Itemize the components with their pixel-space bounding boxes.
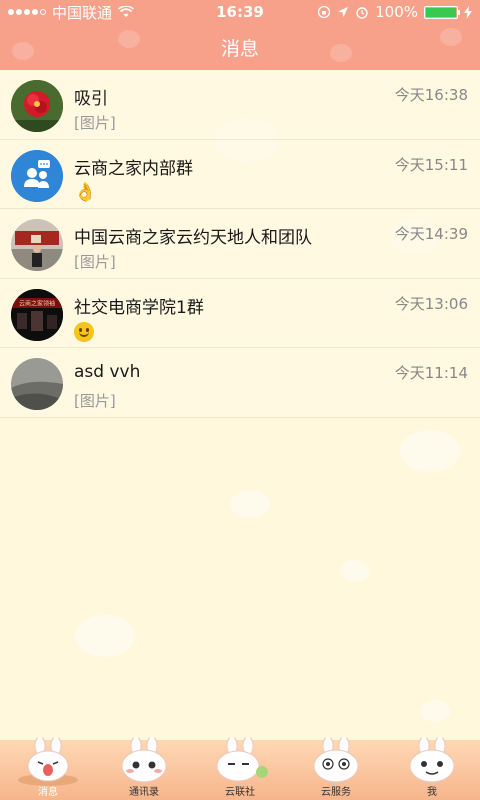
bunny-contacts-icon [121,738,167,783]
tab-label: 消息 [38,787,58,798]
bunny-bg-icon [230,490,270,518]
conversation-row[interactable]: 中国云商之家云约天地人和团队 今天14:39 [图片] [0,209,480,279]
tab-me[interactable]: 我 [384,738,480,800]
ok-hand-emoji: 👌 [74,181,97,203]
conversation-preview: [图片] [74,114,116,132]
status-left: 中国联通 [8,2,135,23]
paw-icon [12,42,34,60]
bunny-bg-icon [75,615,135,657]
battery-icon [424,5,460,19]
group-avatar [11,149,63,202]
conversation-name: 吸引 [74,89,108,109]
tab-label: 云联社 [225,787,255,798]
conversation-row[interactable]: asd vvh 今天11:14 [图片] [0,348,480,418]
conversation-time: 今天14:39 [394,225,468,243]
conversation-name: 社交电商学院1群 [74,297,204,318]
paw-icon [330,44,352,62]
signal-icon [8,9,46,15]
red-flower-avatar [11,80,63,132]
stage-avatar: 云商之家领袖 [11,288,63,341]
nav-bar: 消息 [0,24,480,70]
page-title: 消息 [220,37,259,60]
bunny-messages-icon [18,738,78,786]
conversation-row[interactable]: 吸引 今天16:38 [图片] [0,70,480,140]
battery-percent: 100% [375,3,418,21]
person-avatar [11,219,63,271]
tab-bar: 消息 通讯录 云联社 云服务 我 [0,738,480,800]
conversation-time: 今天15:11 [394,155,468,174]
tab-label: 我 [427,787,437,798]
tab-messages[interactable]: 消息 [0,738,96,800]
gray-avatar [11,358,63,410]
tab-label: 云服务 [321,787,351,798]
conversation-time: 今天13:06 [394,294,468,313]
paw-icon [118,30,140,48]
bunny-bg-icon [420,700,450,722]
conversation-time: 今天11:14 [394,364,468,382]
location-arrow-icon [338,7,349,17]
conversation-time: 今天16:38 [394,86,468,104]
bunny-me-icon [409,738,455,783]
tab-community[interactable]: 云联社 [192,738,288,800]
conversation-name: 中国云商之家云约天地人和团队 [74,228,312,248]
tab-label: 通讯录 [129,787,159,798]
carrier-label: 中国联通 [52,3,113,22]
paw-icon [440,28,462,46]
conversation-name: 云商之家内部群 [74,158,193,179]
charging-icon [464,5,472,19]
status-right: 100% [317,3,472,21]
alarm-icon [356,7,368,19]
smile-emoji [74,321,94,345]
tab-service[interactable]: 云服务 [288,738,384,800]
rotation-lock-icon [317,5,331,19]
conversation-row[interactable]: 云商之家领袖 社交电商学院1群 今天13:06 [0,278,480,348]
status-bar: 中国联通 16:39 100% [0,0,480,24]
conversation-list: 吸引 今天16:38 [图片] 云商之家内部群 今天15:11 👌 中国云商之家… [0,70,480,418]
bunny-bg-icon [340,560,370,582]
bunny-community-icon [216,738,268,782]
bunny-bg-icon [400,430,460,472]
conversation-preview: [图片] [74,253,116,271]
tab-contacts[interactable]: 通讯录 [96,738,192,800]
wifi-icon [118,6,135,17]
conversation-row[interactable]: 云商之家内部群 今天15:11 👌 [0,139,480,209]
conversation-preview: [图片] [74,392,116,410]
stage-banner-text: 云商之家领袖 [19,299,55,307]
conversation-name: asd vvh [74,362,141,382]
bunny-service-icon [313,738,359,783]
